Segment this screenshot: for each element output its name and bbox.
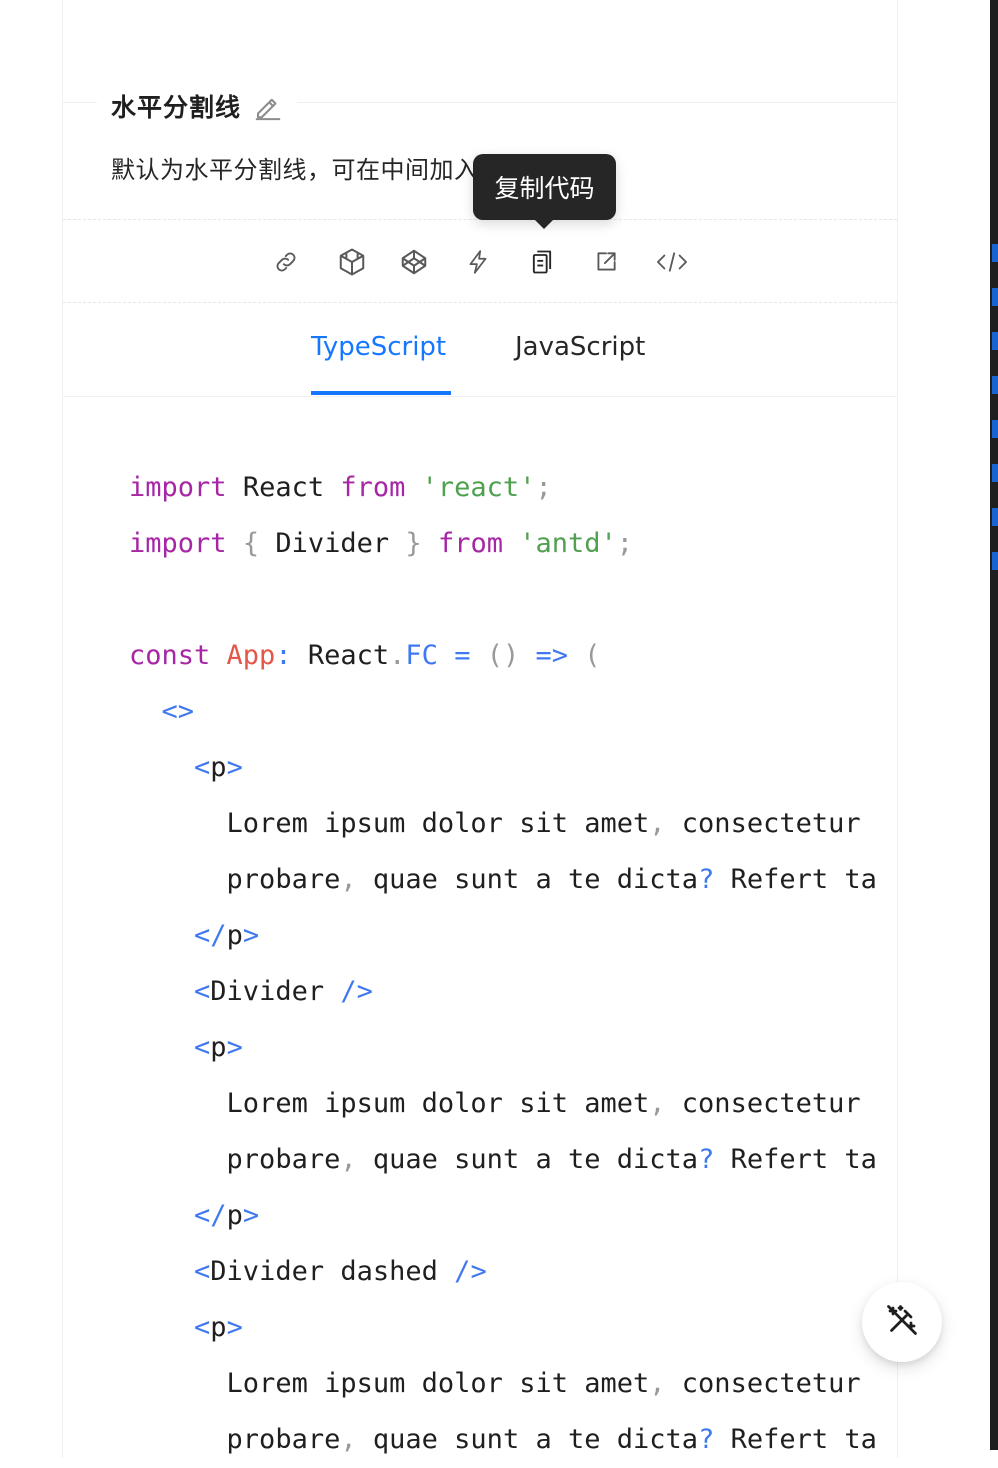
- ai-assistant-button[interactable]: [862, 1282, 942, 1362]
- demo-title: 水平分割线: [97, 88, 298, 124]
- code-line: <Divider dashed />: [194, 1256, 487, 1287]
- code-icon[interactable]: [654, 244, 690, 280]
- open-in-new-window-icon[interactable]: [588, 244, 624, 280]
- code-line: <Divider />: [194, 976, 373, 1007]
- demo-card: 水平分割线 默认为水平分割线，可在中间加入文字。 复制代码 TypeScript…: [62, 0, 898, 1458]
- stackblitz-icon[interactable]: [460, 244, 496, 280]
- tab-javascript[interactable]: JavaScript: [515, 332, 645, 362]
- code-line: <p>: [194, 752, 243, 783]
- code-line: import React from 'react';: [129, 472, 552, 503]
- code-line: </p>: [194, 920, 260, 951]
- copy-icon[interactable]: [524, 244, 560, 280]
- code-line: <>: [161, 696, 195, 727]
- edit-icon[interactable]: [253, 91, 283, 121]
- code-line: <p>: [194, 1032, 243, 1063]
- tooltip-text: 复制代码: [494, 174, 595, 203]
- adjacent-window-strip: [990, 0, 998, 1450]
- code-line: Lorem ipsum dolor sit amet, consectetur: [226, 1088, 861, 1119]
- code-line: import { Divider } from 'antd';: [129, 528, 634, 559]
- code-line: </p>: [194, 1200, 260, 1231]
- codesandbox-icon[interactable]: [334, 244, 370, 280]
- code-block[interactable]: import React from 'react'; import { Divid…: [129, 460, 897, 1468]
- code-line: Lorem ipsum dolor sit amet, consectetur: [226, 808, 861, 839]
- language-tabs: TypeScript JavaScript: [63, 318, 897, 397]
- link-icon[interactable]: [268, 244, 304, 280]
- tab-typescript[interactable]: TypeScript: [311, 332, 446, 362]
- code-line: const App: React.FC = () => (: [129, 640, 601, 671]
- demo-actions-toolbar: [63, 244, 897, 280]
- code-line: probare, quae sunt a te dicta? Refert ta: [226, 1424, 877, 1455]
- code-line: probare, quae sunt a te dicta? Refert ta: [226, 864, 877, 895]
- copy-code-tooltip: 复制代码: [473, 154, 616, 229]
- code-line: probare, quae sunt a te dicta? Refert ta: [226, 1144, 877, 1175]
- code-line: <p>: [194, 1312, 243, 1343]
- actions-bottom-divider: [63, 302, 897, 303]
- magic-wand-icon: [884, 1302, 920, 1342]
- code-line: Lorem ipsum dolor sit amet, consectetur: [226, 1368, 861, 1399]
- active-tab-indicator: [311, 391, 451, 395]
- codepen-icon[interactable]: [396, 244, 432, 280]
- demo-title-text: 水平分割线: [111, 93, 242, 122]
